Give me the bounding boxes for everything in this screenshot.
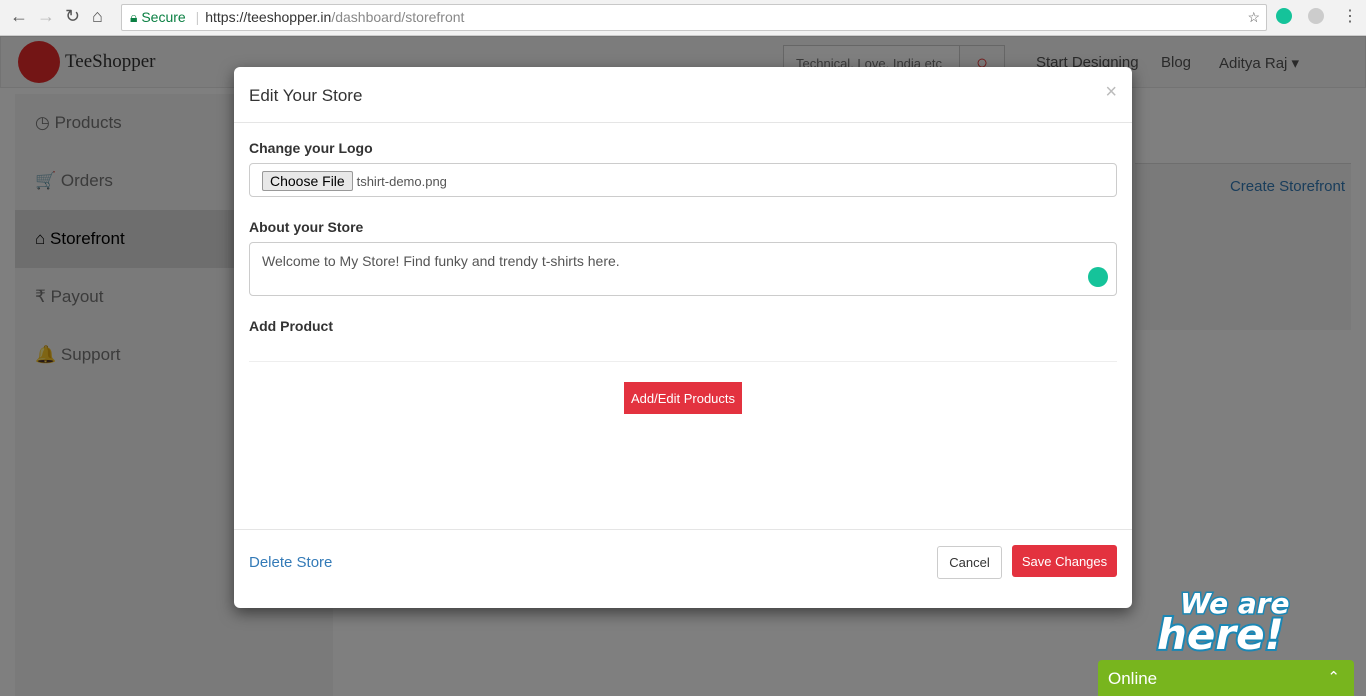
close-icon[interactable]: × — [1105, 81, 1117, 104]
modal-title: Edit Your Store — [234, 67, 1132, 123]
menu-icon[interactable]: ⋮ — [1342, 6, 1358, 26]
about-textarea[interactable]: Welcome to My Store! Find funky and tren… — [249, 242, 1117, 296]
edit-store-modal: Edit Your Store × Change your Logo Choos… — [234, 67, 1132, 608]
star-icon[interactable]: ☆ — [1247, 5, 1260, 30]
grammarly-icon[interactable] — [1276, 8, 1292, 24]
reload-icon[interactable]: ↻ — [65, 6, 80, 27]
add-product-label: Add Product — [249, 318, 333, 334]
chevron-up-icon[interactable]: ⌃ — [1327, 668, 1340, 686]
url-host: https://teeshopper.in — [205, 9, 332, 25]
svg-text:here!: here! — [1157, 610, 1284, 655]
home-icon[interactable]: ⌂ — [92, 6, 103, 27]
save-changes-button[interactable]: Save Changes — [1012, 545, 1117, 577]
logo-label: Change your Logo — [249, 140, 373, 156]
grammarly-icon[interactable] — [1088, 267, 1108, 287]
cancel-button[interactable]: Cancel — [937, 546, 1002, 579]
secure-label: Secure — [141, 9, 186, 25]
back-icon[interactable]: ← — [10, 6, 28, 27]
lock-icon: 🔒︎ — [130, 9, 138, 25]
url-path: /dashboard/storefront — [331, 9, 465, 25]
forward-icon[interactable]: → — [37, 6, 55, 27]
about-label: About your Store — [249, 219, 364, 235]
delete-store-link[interactable]: Delete Store — [249, 554, 332, 571]
modal-footer: Delete Store Cancel Save Changes — [234, 529, 1132, 608]
divider — [249, 361, 1117, 362]
we-are-here-banner[interactable]: We are here! — [1155, 585, 1300, 656]
choose-file-button[interactable]: Choose File — [262, 171, 353, 191]
add-edit-products-button[interactable]: Add/Edit Products — [624, 382, 742, 414]
skype-icon[interactable] — [1308, 8, 1324, 24]
browser-toolbar: ← → ↻ ⌂ 🔒︎ Secure | https://teeshopper.in… — [0, 0, 1366, 36]
logo-file-input[interactable]: Choose File tshirt-demo.png — [249, 163, 1117, 197]
chat-widget[interactable]: Online ⌃ — [1098, 660, 1354, 696]
address-bar[interactable]: 🔒︎ Secure | https://teeshopper.in/dashboa… — [121, 4, 1267, 31]
file-name: tshirt-demo.png — [356, 174, 447, 189]
chat-status: Online — [1108, 669, 1158, 688]
